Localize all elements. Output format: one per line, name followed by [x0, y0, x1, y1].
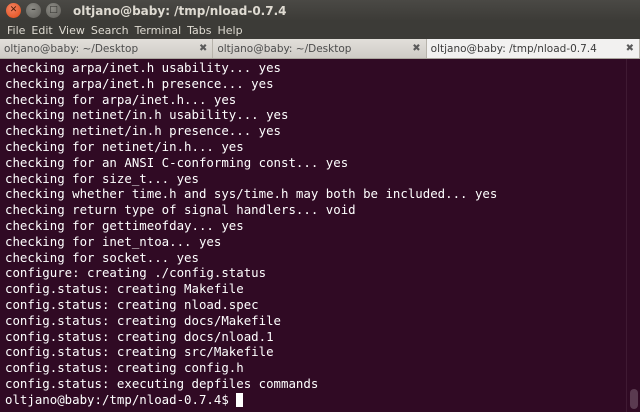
terminal-line: config.status: creating docs/Makefile — [5, 312, 282, 328]
minimize-window-icon[interactable]: – — [26, 3, 41, 18]
tab-label: oltjano@baby: ~/Desktop — [217, 42, 352, 55]
terminal-line: checking for socket... yes — [5, 249, 199, 265]
tab-nload[interactable]: oltjano@baby: /tmp/nload-0.7.4 ✖ — [426, 39, 640, 58]
menu-edit[interactable]: Edit — [28, 24, 55, 37]
terminal-line: checking arpa/inet.h presence... yes — [5, 75, 274, 91]
menu-bar: File Edit View Search Terminal Tabs Help — [0, 21, 640, 39]
menu-search[interactable]: Search — [88, 24, 132, 37]
terminal-line: checking for size_t... yes — [5, 170, 199, 186]
shell-prompt: oltjano@baby:/tmp/nload-0.7.4$ — [5, 391, 229, 407]
close-window-icon[interactable]: ✕ — [6, 3, 21, 18]
terminal-line: config.status: creating docs/nload.1 — [5, 328, 274, 344]
terminal-line: checking whether time.h and sys/time.h m… — [5, 186, 498, 202]
terminal-line: checking netinet/in.h usability... yes — [5, 107, 289, 123]
title-bar[interactable]: ✕ – □ oltjano@baby: /tmp/nload-0.7.4 — [0, 0, 640, 21]
tab-close-icon[interactable]: ✖ — [626, 43, 634, 54]
terminal-line: configure: creating ./config.status — [5, 265, 267, 281]
terminal-line: config.status: creating config.h — [5, 360, 244, 376]
terminal-line: config.status: creating nload.spec — [5, 296, 259, 312]
window-title: oltjano@baby: /tmp/nload-0.7.4 — [73, 3, 287, 18]
tab-label: oltjano@baby: ~/Desktop — [4, 42, 139, 55]
prompt-line[interactable]: oltjano@baby:/tmp/nload-0.7.4$ — [5, 392, 626, 408]
text-cursor — [235, 392, 243, 407]
terminal-line: config.status: executing depfiles comman… — [5, 375, 319, 391]
menu-view[interactable]: View — [56, 24, 88, 37]
menu-terminal[interactable]: Terminal — [132, 24, 185, 37]
menu-tabs[interactable]: Tabs — [184, 24, 214, 37]
terminal-window: ✕ – □ oltjano@baby: /tmp/nload-0.7.4 Fil… — [0, 0, 640, 412]
tab-close-icon[interactable]: ✖ — [412, 43, 420, 54]
menu-file[interactable]: File — [4, 24, 28, 37]
maximize-window-icon[interactable]: □ — [46, 3, 61, 18]
terminal-line: config.status: creating src/Makefile — [5, 344, 274, 360]
terminal-scrollbar[interactable] — [626, 59, 640, 412]
terminal-output[interactable]: checking arpa/inet.h usability... yes ch… — [0, 59, 626, 412]
window-controls: ✕ – □ — [0, 3, 61, 18]
menu-help[interactable]: Help — [215, 24, 246, 37]
terminal-line: checking for inet_ntoa... yes — [5, 233, 222, 249]
terminal-line: checking for netinet/in.h... yes — [5, 138, 244, 154]
tab-desktop-1[interactable]: oltjano@baby: ~/Desktop ✖ — [0, 39, 214, 58]
tab-desktop-2[interactable]: oltjano@baby: ~/Desktop ✖ — [213, 39, 427, 58]
terminal-line: checking netinet/in.h presence... yes — [5, 123, 282, 139]
tab-label: oltjano@baby: /tmp/nload-0.7.4 — [430, 42, 597, 55]
terminal-line: checking for arpa/inet.h... yes — [5, 91, 237, 107]
terminal-line: checking for an ANSI C-conforming const.… — [5, 154, 349, 170]
tab-close-icon[interactable]: ✖ — [199, 43, 207, 54]
terminal-line: checking for gettimeofday... yes — [5, 217, 244, 233]
scrollbar-thumb[interactable] — [630, 389, 638, 409]
terminal-line: checking return type of signal handlers.… — [5, 202, 356, 218]
tab-bar: oltjano@baby: ~/Desktop ✖ oltjano@baby: … — [0, 39, 640, 59]
terminal-line: config.status: creating Makefile — [5, 281, 244, 297]
terminal-line: checking arpa/inet.h usability... yes — [5, 60, 282, 75]
